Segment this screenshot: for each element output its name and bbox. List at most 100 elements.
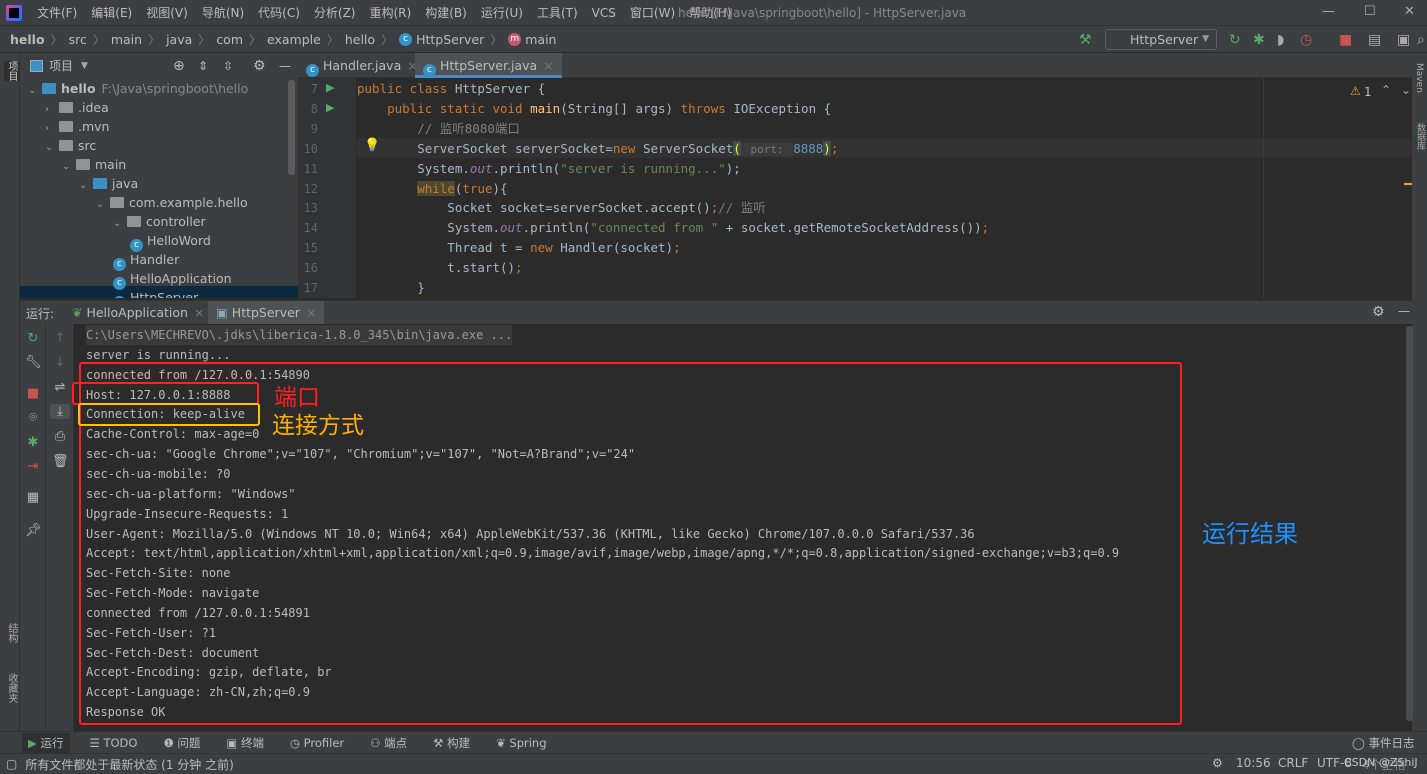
tool-todo[interactable]: ☰ TODO	[84, 734, 144, 752]
tool-terminal[interactable]: ▣ 终端	[220, 733, 270, 753]
terminal-window-icon[interactable]: ▣	[1397, 32, 1410, 48]
close-tab-icon[interactable]: ×	[543, 58, 553, 73]
tool-endpoints[interactable]: ⚇ 端点	[364, 733, 413, 753]
search-icon[interactable]: ⌕	[1417, 32, 1425, 48]
panel-toggle-icon[interactable]: ▢	[6, 757, 17, 771]
build-hammer-icon[interactable]: ⚒	[1079, 32, 1092, 48]
minimize-button[interactable]: —	[1322, 4, 1335, 19]
menu-view[interactable]: 视图(V)	[139, 4, 195, 21]
event-log-button[interactable]: ◯ 事件日志	[1352, 735, 1415, 751]
trash-icon[interactable]: 🗑︎	[52, 454, 69, 469]
menu-refactor[interactable]: 重构(R)	[363, 4, 419, 21]
warning-icon[interactable]: ⚠	[1350, 84, 1361, 98]
rerun-icon[interactable]: ↻	[1229, 32, 1241, 48]
favorites-tool-button[interactable]: 收藏夹	[4, 673, 19, 703]
scroll-to-end-icon[interactable]: ⤓	[50, 404, 70, 419]
breadcrumb-hello[interactable]: hello	[10, 32, 45, 47]
breadcrumb-com[interactable]: com	[216, 32, 243, 47]
warning-stripe-marker[interactable]	[1404, 183, 1412, 185]
close-tab-icon[interactable]: ×	[306, 305, 316, 320]
expand-all-icon[interactable]: ⇕	[198, 59, 208, 73]
stop-icon[interactable]: ■	[1339, 32, 1352, 48]
chevron-down-icon[interactable]: ⌄	[62, 157, 76, 176]
camera-icon[interactable]: ⌾	[25, 410, 41, 425]
tree-item[interactable]: › .mvn	[45, 117, 109, 136]
profile-icon[interactable]: ◷	[1300, 32, 1312, 48]
project-tool-button[interactable]: 项目	[4, 61, 19, 81]
tool-run[interactable]: ▶ 运行	[22, 732, 70, 753]
caret-position[interactable]: 10:56	[1236, 756, 1271, 770]
gear-icon[interactable]: ⚙	[1372, 304, 1385, 320]
pin-icon[interactable]: 📌︎	[25, 523, 42, 538]
project-view-select[interactable]: 项目	[49, 57, 73, 74]
maven-tool-button[interactable]: Maven	[1414, 63, 1424, 93]
soft-wrap-icon[interactable]: ⇌	[52, 380, 68, 395]
database-tool-button[interactable]: 数据库	[1414, 123, 1427, 150]
collapse-all-icon[interactable]: ⇳	[223, 59, 233, 73]
run-tab-helloapplication[interactable]: ❦ HelloApplication ×	[64, 301, 212, 325]
down-arrow-icon[interactable]: ↓	[52, 355, 68, 370]
breadcrumb-java[interactable]: java	[166, 32, 192, 47]
menu-code[interactable]: 代码(C)	[251, 4, 307, 21]
breadcrumb-method-main[interactable]: main	[525, 32, 556, 47]
up-arrow-icon[interactable]: ↑	[52, 331, 68, 346]
line-separator[interactable]: CRLF	[1278, 756, 1308, 770]
run-gutter-icon[interactable]: ▶	[326, 101, 334, 114]
maximize-button[interactable]: ☐	[1364, 4, 1376, 19]
tab-httpserver-java[interactable]: c HttpServer.java ×	[415, 53, 562, 78]
menu-window[interactable]: 窗口(W)	[623, 4, 682, 21]
structure-tool-button[interactable]: 结构	[4, 623, 19, 643]
tree-item[interactable]: ⌄ hello F:\Java\springboot\hello	[28, 79, 248, 98]
tree-item[interactable]: › .idea	[45, 98, 109, 117]
breadcrumb-src[interactable]: src	[69, 32, 87, 47]
tool-problems[interactable]: ❶ 问题	[157, 733, 206, 753]
tree-scrollbar[interactable]	[288, 80, 295, 175]
stop-icon[interactable]: ■	[25, 386, 41, 401]
tree-item[interactable]: ⌄ java	[79, 174, 138, 193]
chevron-down-icon[interactable]: ⌄	[113, 214, 127, 233]
layout-icon[interactable]: ▦	[25, 490, 41, 505]
tree-item[interactable]: c HttpServer	[113, 288, 198, 298]
tree-item[interactable]: ⌄ main	[62, 155, 126, 174]
previous-highlight-icon[interactable]: ⌃	[1381, 83, 1391, 97]
menu-analyze[interactable]: 分析(Z)	[307, 4, 363, 21]
next-highlight-icon[interactable]: ⌄	[1401, 83, 1411, 97]
tree-item[interactable]: c HelloWord	[130, 231, 211, 252]
code-editor[interactable]: ⚠ 1 ⌃ ⌄ 💡 7 ▶ public class HttpServer {8 ▶ …	[298, 78, 1412, 298]
inspection-profile-icon[interactable]: ⚙	[1212, 756, 1223, 770]
debug-icon[interactable]: ✱	[25, 435, 41, 450]
chevron-down-icon[interactable]: ⌄	[79, 176, 93, 195]
breadcrumb-example[interactable]: example	[267, 32, 321, 47]
print-icon[interactable]: ⎙	[52, 429, 68, 444]
tree-item[interactable]: ⌄ com.example.hello	[96, 193, 248, 212]
tool-build[interactable]: ⚒ 构建	[427, 733, 476, 753]
breadcrumb-main[interactable]: main	[111, 32, 142, 47]
chevron-down-icon[interactable]: ⌄	[45, 138, 59, 157]
tree-item[interactable]: ⌄ src	[45, 136, 96, 155]
menu-vcs[interactable]: VCS	[585, 6, 623, 20]
chevron-down-icon[interactable]: ⌄	[28, 81, 42, 100]
close-window-button[interactable]: ✕	[1404, 4, 1415, 19]
tree-item[interactable]: ⌄ controller	[113, 212, 206, 231]
menu-navigate[interactable]: 导航(N)	[195, 4, 251, 21]
exit-icon[interactable]: ⇥	[25, 459, 41, 474]
project-structure-icon[interactable]: ▤	[1368, 32, 1381, 48]
gear-icon[interactable]: ⚙	[253, 58, 266, 74]
menu-build[interactable]: 构建(B)	[418, 4, 474, 21]
run-gutter-icon[interactable]: ▶	[326, 81, 334, 94]
chevron-down-icon[interactable]: ▼	[81, 61, 88, 71]
tree-item[interactable]: c Handler	[113, 250, 179, 271]
run-tab-httpserver[interactable]: ▣ HttpServer ×	[208, 301, 325, 325]
menu-run[interactable]: 运行(U)	[474, 4, 530, 21]
chevron-down-icon[interactable]: ⌄	[96, 195, 110, 214]
tool-spring[interactable]: ❦ Spring	[490, 734, 552, 752]
menu-edit[interactable]: 编辑(E)	[84, 4, 139, 21]
debug-bug-icon[interactable]: ✱	[1253, 32, 1265, 48]
coverage-icon[interactable]: ◗	[1277, 32, 1284, 48]
run-configuration-select[interactable]: HttpServer ▼	[1105, 29, 1217, 50]
breadcrumb-httpserver[interactable]: HttpServer	[416, 32, 484, 47]
tab-handler-java[interactable]: c Handler.java ×	[298, 53, 426, 78]
menu-file[interactable]: 文件(F)	[30, 4, 84, 21]
wrench-icon[interactable]: 🔧︎	[25, 355, 42, 370]
menu-tools[interactable]: 工具(T)	[530, 4, 585, 21]
